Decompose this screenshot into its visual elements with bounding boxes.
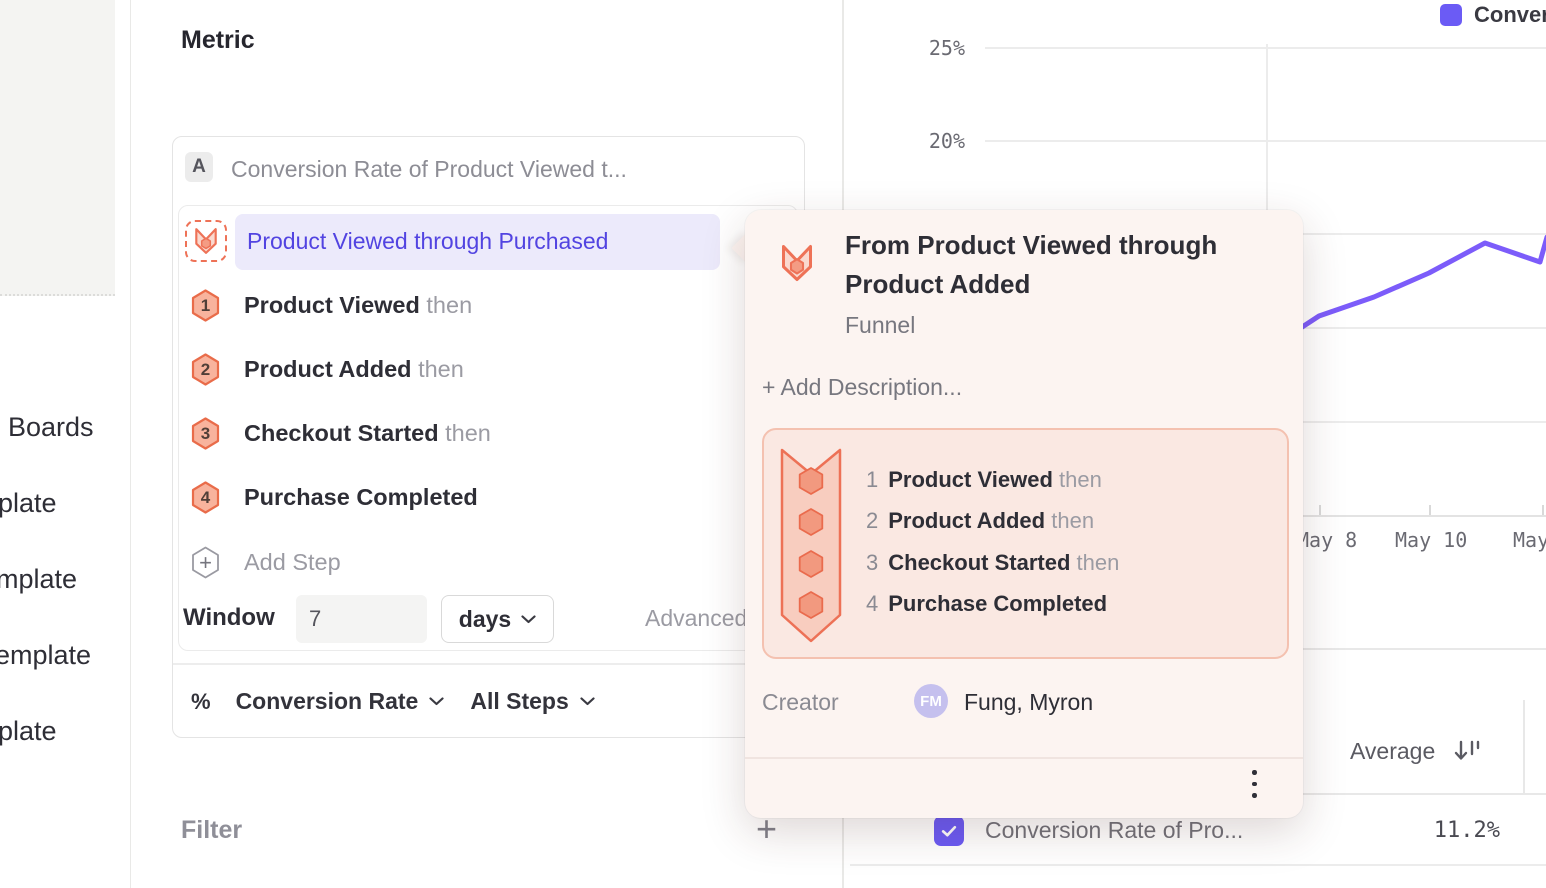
step-2-suffix: then <box>418 356 464 382</box>
sidebar-item-template-1[interactable]: plate <box>0 488 57 519</box>
metric-section-heading: Metric <box>181 26 255 55</box>
funnel-step-row-1[interactable]: 1 Product Viewed then <box>191 289 472 322</box>
sidebar-item-template-2[interactable]: mplate <box>0 564 77 595</box>
popover-step-3: 3Checkout Started then <box>866 550 1119 576</box>
table-column-divider <box>1523 700 1525 793</box>
x-axis-label-may8: May 8 <box>1297 528 1357 552</box>
table-row-divider <box>850 864 1546 866</box>
popover-footer-divider <box>745 757 1303 759</box>
sidebar-collapsed-section <box>0 0 115 296</box>
filter-section-heading: Filter <box>181 816 242 845</box>
add-description-button[interactable]: + Add Description... <box>762 374 962 401</box>
kebab-menu-icon[interactable] <box>1252 770 1257 798</box>
step-3-hexagon-icon: 3 <box>191 417 220 450</box>
popover-step-4: 4Purchase Completed <box>866 591 1107 617</box>
popover-title: From Product Viewed through Product Adde… <box>845 226 1255 304</box>
x-axis-label-may10: May 10 <box>1395 528 1467 552</box>
step-2-hexagon-icon: 2 <box>191 353 220 386</box>
step-3-suffix: then <box>445 420 491 446</box>
chevron-down-icon[interactable] <box>429 697 444 706</box>
table-row-label[interactable]: Conversion Rate of Pro... <box>985 817 1243 844</box>
funnel-step-row-2[interactable]: 2 Product Added then <box>191 353 464 386</box>
add-step-button[interactable]: + Add Step <box>191 546 341 579</box>
y-axis-label-20: 20% <box>905 129 965 153</box>
funnel-icon <box>779 243 815 288</box>
sidebar-item-boards[interactable]: Boards <box>8 412 94 443</box>
step-3-name: Checkout Started <box>244 420 439 446</box>
step-1-name: Product Viewed <box>244 292 420 318</box>
app-root: Boards plate mplate emplate plate Metric… <box>0 0 1546 888</box>
series-badge: A <box>185 152 213 182</box>
x-tick-may10 <box>1429 505 1431 515</box>
chart-legend[interactable]: Conver <box>1440 2 1546 28</box>
x-tick-may8 <box>1319 505 1321 515</box>
popover-type-label: Funnel <box>845 312 915 339</box>
steps-scope-dropdown[interactable]: All Steps <box>470 688 568 715</box>
x-axis-label-may12: May <box>1513 528 1546 552</box>
chevron-down-icon[interactable] <box>580 697 595 706</box>
popover-step-1: 1Product Viewed then <box>866 467 1102 493</box>
row-checkbox-checked[interactable] <box>934 816 964 846</box>
y-axis-label-25: 25% <box>905 36 965 60</box>
funnel-icon[interactable] <box>185 220 227 262</box>
funnel-step-row-3[interactable]: 3 Checkout Started then <box>191 417 491 450</box>
legend-label: Conver <box>1474 2 1546 28</box>
sort-descending-icon[interactable] <box>1452 737 1482 770</box>
advanced-link[interactable]: Advanced <box>645 605 747 632</box>
step-1-hexagon-icon: 1 <box>191 289 220 322</box>
measured-as-dropdown[interactable]: Conversion Rate <box>236 688 419 715</box>
legend-color-swatch <box>1440 4 1462 26</box>
average-column-header[interactable]: Average <box>1350 738 1435 765</box>
table-row-average-value: 11.2% <box>1380 818 1500 843</box>
step-4-hexagon-icon: 4 <box>191 481 220 514</box>
step-1-suffix: then <box>426 292 472 318</box>
add-step-label: Add Step <box>244 549 341 576</box>
funnel-ribbon-icon <box>780 447 842 650</box>
card-divider <box>173 663 804 665</box>
window-value-input[interactable] <box>296 595 427 643</box>
x-tick-may12 <box>1542 505 1544 515</box>
creator-label: Creator <box>762 689 839 716</box>
step-4-name: Purchase Completed <box>244 484 478 510</box>
series-title[interactable]: Conversion Rate of Product Viewed t... <box>231 156 627 183</box>
funnel-step-row-4[interactable]: 4 Purchase Completed <box>191 481 478 514</box>
chevron-down-icon <box>521 615 536 624</box>
sidebar-item-template-3[interactable]: emplate <box>0 640 91 671</box>
popover-step-2: 2Product Added then <box>866 508 1094 534</box>
avatar: FM <box>914 684 948 718</box>
add-step-hexagon-icon: + <box>191 546 220 579</box>
creator-name: Fung, Myron <box>964 689 1093 716</box>
sidebar-item-template-4[interactable]: plate <box>0 716 57 747</box>
percent-icon: % <box>191 689 211 715</box>
window-label: Window <box>183 604 275 632</box>
selected-funnel-label[interactable]: Product Viewed through Purchased <box>247 228 608 255</box>
window-unit-select[interactable]: days <box>441 595 554 643</box>
step-2-name: Product Added <box>244 356 412 382</box>
